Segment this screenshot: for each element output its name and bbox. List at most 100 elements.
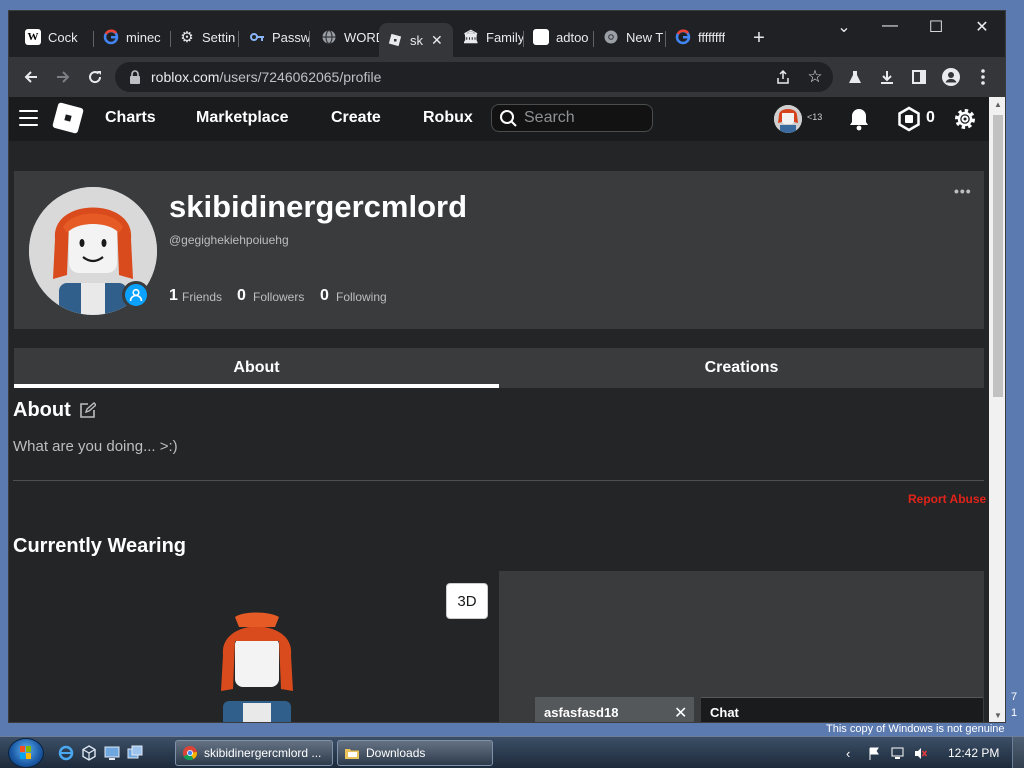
blank-page-icon (533, 29, 549, 45)
start-button[interactable] (8, 738, 44, 768)
following-label[interactable]: Following (336, 290, 387, 304)
side-panel-icon[interactable] (907, 65, 931, 89)
taskbar-downloads-window[interactable]: Downloads (337, 740, 493, 766)
internet-explorer-icon[interactable] (58, 745, 74, 761)
bookmark-star-icon[interactable]: ☆ (803, 65, 827, 89)
robux-count[interactable]: 0 (926, 109, 935, 127)
scrollbar-thumb[interactable] (993, 115, 1003, 397)
minimize-button[interactable]: — (875, 17, 905, 35)
notification-bell-icon[interactable] (846, 106, 872, 132)
close-window-button[interactable]: ✕ (967, 17, 997, 37)
volume-muted-icon[interactable] (914, 747, 927, 760)
settings-gear-icon[interactable] (952, 106, 978, 132)
robux-icon[interactable] (896, 106, 922, 132)
folder-icon (345, 749, 359, 759)
roblox-navbar: Charts Marketplace Create Robux <13 0 (9, 97, 989, 141)
browser-toolbar: roblox.com/users/7246062065/profile ☆ (9, 57, 1005, 97)
more-options-button[interactable]: ••• (954, 183, 972, 199)
network-icon[interactable] (891, 747, 904, 760)
menu-kebab-icon[interactable] (971, 65, 995, 89)
chrome-icon (603, 29, 619, 45)
gear-icon: ⚙ (180, 29, 194, 46)
profile-header: skibidinergercmlord @gegighekiehpoiuehg … (14, 171, 984, 329)
browser-tab[interactable]: W Cock (17, 25, 91, 49)
chat-conversation-tab[interactable]: asfasfasd18 ✕ (535, 697, 694, 722)
download-icon[interactable] (875, 65, 899, 89)
browser-tab-active[interactable]: sk ✕ (379, 23, 453, 57)
tab-creations[interactable]: Creations (499, 348, 984, 388)
scroll-down-arrow-icon[interactable]: ▼ (989, 708, 1005, 722)
tab-separator (523, 31, 524, 47)
report-abuse-link[interactable]: Report Abuse (908, 492, 986, 506)
show-desktop-quick-icon[interactable] (104, 745, 120, 761)
browser-tab[interactable]: ffffffff (667, 25, 739, 49)
profile-display-name: skibidinergercmlord (169, 189, 468, 224)
edit-pencil-icon[interactable] (79, 402, 96, 419)
scroll-up-arrow-icon[interactable]: ▲ (989, 97, 1005, 113)
back-button[interactable] (19, 65, 43, 89)
menu-hamburger-icon[interactable] (19, 110, 38, 126)
google-icon (675, 29, 691, 45)
browser-tab[interactable]: Passw (241, 25, 315, 49)
windows-taskbar: skibidinergercmlord ... Downloads ‹ 12:4… (0, 736, 1024, 768)
followers-count[interactable]: 0 (237, 287, 246, 305)
close-chat-icon[interactable]: ✕ (674, 703, 687, 722)
browser-window: W Cock minec ⚙ Settin Passw WORD sk ✕ (8, 10, 1006, 723)
wikipedia-icon: W (25, 29, 41, 45)
nav-link-charts[interactable]: Charts (105, 109, 156, 127)
avatar-preview[interactable] (13, 571, 499, 722)
tab-separator (238, 31, 239, 47)
tab-strip: W Cock minec ⚙ Settin Passw WORD sk ✕ (9, 11, 1005, 57)
browser-tab[interactable]: 🏛 Family (455, 25, 529, 49)
nav-link-create[interactable]: Create (331, 109, 381, 127)
labs-flask-icon[interactable] (843, 65, 867, 89)
tab-separator (593, 31, 594, 47)
globe-icon (321, 29, 337, 45)
reload-button[interactable] (83, 65, 107, 89)
page-viewport: Charts Marketplace Create Robux <13 0 (9, 97, 1005, 722)
search-input[interactable] (524, 109, 644, 127)
friends-label[interactable]: Friends (182, 290, 222, 304)
friends-count[interactable]: 1 (169, 287, 178, 305)
page-scrollbar[interactable]: ▲ ▼ (989, 97, 1005, 722)
new-tab-button[interactable]: + (749, 27, 769, 50)
browser-tab[interactable]: ⚙ Settin (171, 25, 245, 49)
verified-user-badge-icon (122, 281, 150, 309)
nav-avatar[interactable] (774, 105, 802, 133)
key-icon (249, 29, 265, 45)
browser-tab[interactable]: WORD (313, 25, 379, 49)
currently-wearing-heading: Currently Wearing (13, 535, 186, 557)
browser-tab[interactable]: minec (95, 25, 169, 49)
lock-icon (130, 70, 140, 84)
profile-icon[interactable] (939, 65, 963, 89)
nav-link-robux[interactable]: Robux (423, 109, 473, 127)
show-desktop-button[interactable] (1012, 737, 1024, 768)
switch-windows-icon[interactable] (127, 745, 143, 761)
taskbar-clock[interactable]: 12:42 PM (948, 746, 999, 760)
followers-label[interactable]: Followers (253, 290, 304, 304)
search-box (491, 104, 653, 132)
action-center-flag-icon[interactable] (868, 747, 881, 760)
roblox-logo-icon[interactable] (52, 102, 84, 134)
share-icon[interactable] (771, 65, 795, 89)
url-text: roblox.com/users/7246062065/profile (151, 69, 382, 85)
nav-link-marketplace[interactable]: Marketplace (196, 109, 289, 127)
tab-about[interactable]: About (14, 348, 499, 388)
address-bar[interactable]: roblox.com/users/7246062065/profile (115, 62, 833, 92)
about-description: What are you doing... >:) (13, 438, 178, 455)
tab-search-chevron-icon[interactable]: ⌄ (829, 17, 859, 37)
forward-button[interactable] (51, 65, 75, 89)
maximize-button[interactable]: ☐ (921, 17, 951, 37)
profile-username: @gegighekiehpoiuehg (169, 233, 289, 247)
search-icon (500, 110, 517, 127)
toggle-3d-button[interactable]: 3D (446, 583, 488, 619)
following-count[interactable]: 0 (320, 287, 329, 305)
browser-tab[interactable]: adtoo (525, 25, 597, 49)
close-tab-icon[interactable]: ✕ (431, 32, 443, 49)
taskbar-chrome-window[interactable]: skibidinergercmlord ... (175, 740, 333, 766)
chat-main-tab[interactable]: Chat (701, 697, 983, 722)
tray-expand-chevron-icon[interactable]: ‹ (846, 747, 859, 760)
profile-tabs: About Creations (14, 348, 984, 388)
cube-app-icon[interactable] (81, 745, 97, 761)
browser-tab[interactable]: New T (595, 25, 667, 49)
